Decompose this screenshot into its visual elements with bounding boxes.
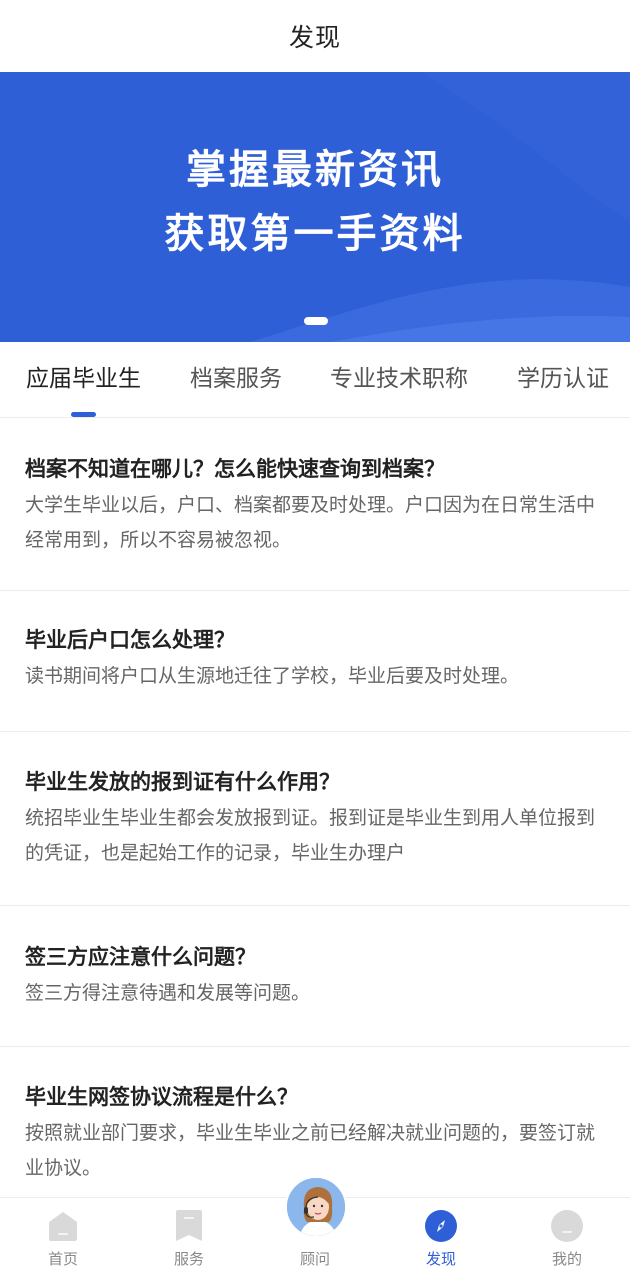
article-list: 档案不知道在哪儿？怎么能快速查询到档案？ 大学生毕业以后，户口、档案都要及时处理… [0,418,630,1207]
tab-archive-service[interactable]: 档案服务 [190,342,282,418]
tabbar-item-profile[interactable]: 我的 [504,1198,630,1280]
home-icon [49,1212,77,1241]
tabbar-item-advisor[interactable]: 顾问 [252,1176,378,1280]
list-item[interactable]: 毕业后户口怎么处理？ 读书期间将户口从生源地迁往了学校，毕业后要及时处理。 [0,591,630,732]
carousel-indicator[interactable] [304,317,328,325]
list-item[interactable]: 签三方应注意什么问题？ 签三方得注意待遇和发展等问题。 [0,906,630,1047]
tab-professional-title[interactable]: 专业技术职称 [330,342,468,418]
article-summary: 签三方得注意待遇和发展等问题。 [25,982,311,1004]
tab-graduates[interactable]: 应届毕业生 [26,342,141,418]
list-item[interactable]: 档案不知道在哪儿？怎么能快速查询到档案？ 大学生毕业以后，户口、档案都要及时处理… [0,418,630,591]
tabbar-label: 首页 [47,1250,78,1268]
tabbar-item-discover[interactable]: 发现 [378,1198,504,1280]
article-title: 毕业生发放的报到证有什么作用？ [25,770,340,794]
tabbar-label: 我的 [551,1250,582,1268]
category-tabs: 应届毕业生 档案服务 专业技术职称 学历认证 [0,342,630,418]
tabbar-item-services[interactable]: 服务 [126,1198,252,1280]
tab-degree-verification[interactable]: 学历认证 [517,342,609,418]
advisor-avatar [285,1176,347,1238]
profile-icon [551,1210,583,1242]
article-title: 毕业后户口怎么处理？ [25,628,235,652]
top-nav-bar: 发现 [0,0,630,72]
banner[interactable]: 掌握最新资讯 获取第一手资料 [0,72,630,342]
article-title: 档案不知道在哪儿？怎么能快速查询到档案？ [25,457,445,481]
bottom-tab-bar: 首页 服务 顾问 发现 我的 [0,1176,630,1280]
article-summary: 大学生毕业以后，户口、档案都要及时处理。户口因为在日常生活中经常用到，所以不容易… [25,494,596,551]
tabbar-label: 发现 [425,1250,456,1268]
tabbar-label: 服务 [173,1250,204,1268]
article-summary: 统招毕业生毕业生都会发放报到证。报到证是毕业生到用人单位报到的凭证，也是起始工作… [25,807,596,864]
list-item[interactable]: 毕业生发放的报到证有什么作用？ 统招毕业生毕业生都会发放报到证。报到证是毕业生到… [0,732,630,906]
article-title: 毕业生网签协议流程是什么？ [25,1085,298,1109]
active-tab-indicator [71,412,96,417]
banner-subheadline: 获取第一手资料 [164,211,466,257]
article-summary: 读书期间将户口从生源地迁往了学校，毕业后要及时处理。 [25,665,520,687]
compass-icon [425,1210,457,1242]
page-title: 发现 [288,23,341,52]
banner-headline: 掌握最新资讯 [186,147,444,193]
article-title: 签三方应注意什么问题？ [25,945,256,969]
tabbar-item-home[interactable]: 首页 [0,1198,126,1280]
bookmark-icon [176,1210,202,1241]
tabbar-label: 顾问 [299,1250,330,1268]
